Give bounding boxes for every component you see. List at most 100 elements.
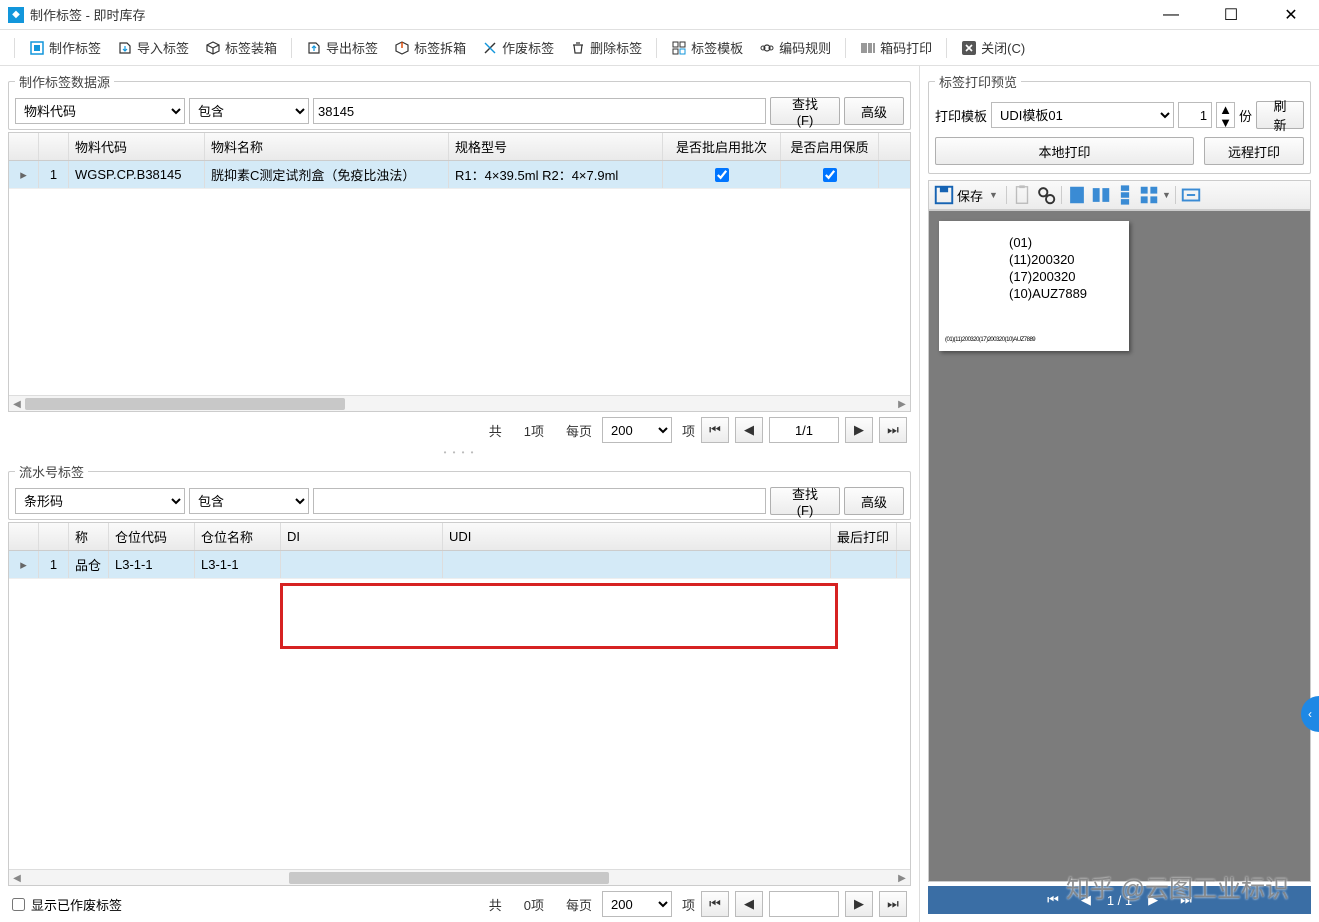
minimize-button[interactable]: — xyxy=(1151,1,1191,29)
save-icon[interactable] xyxy=(933,184,955,206)
col-material-code[interactable]: 物料代码 xyxy=(69,133,205,160)
serial-grid: 称 仓位代码 仓位名称 DI UDI 最后打印 ▸ 1 品仓 L3-1-1 L3… xyxy=(8,522,911,886)
export-label-button[interactable]: 导出标签 xyxy=(300,34,384,61)
show-void-checkbox[interactable] xyxy=(12,898,25,911)
template-label: 打印模板 xyxy=(935,106,987,125)
splitter[interactable]: • • • • xyxy=(0,448,919,456)
link-icon xyxy=(759,40,775,56)
local-print-button[interactable]: 本地打印 xyxy=(935,137,1194,165)
serial-field-select[interactable]: 条形码 xyxy=(15,488,185,514)
ds-value-input[interactable] xyxy=(313,98,766,124)
make-icon xyxy=(29,40,45,56)
barcode-text: (01)(11)200320(17)200320(10)AUZ7889 xyxy=(945,337,1035,345)
first-page-button[interactable]: ⏮ xyxy=(701,417,729,443)
datasource-fieldset: 制作标签数据源 物料代码 包含 查找(F) 高级 xyxy=(8,72,911,130)
h-scrollbar-2[interactable]: ◀ ▶ xyxy=(9,869,910,885)
serial-advanced-button[interactable]: 高级 xyxy=(844,487,904,515)
serial-op-select[interactable]: 包含 xyxy=(189,488,309,514)
app-icon: ◆ xyxy=(8,7,24,23)
next-page-button[interactable]: ▶ xyxy=(845,417,873,443)
unbox-icon xyxy=(394,40,410,56)
col-udi[interactable]: UDI xyxy=(443,523,831,550)
preview-canvas[interactable]: (01) (11)200320 (17)200320 (10)AUZ7889 (… xyxy=(928,210,1311,882)
nav-first[interactable]: ⏮ xyxy=(1041,890,1065,910)
h-scrollbar[interactable]: ◀ ▶ xyxy=(9,395,910,411)
view-facing-icon[interactable] xyxy=(1090,184,1112,206)
serial-find-button[interactable]: 查找(F) xyxy=(770,487,840,515)
preview-page: (01) (11)200320 (17)200320 (10)AUZ7889 (… xyxy=(939,221,1129,351)
first-page-button-2[interactable]: ⏮ xyxy=(701,891,729,917)
datasource-grid: 物料代码 物料名称 规格型号 是否批启用批次 是否启用保质 ▸ 1 WGSP.C… xyxy=(8,132,911,412)
template-select[interactable]: UDI模板01 xyxy=(991,102,1174,128)
template-button[interactable]: 标签模板 xyxy=(665,34,749,61)
void-icon xyxy=(482,40,498,56)
box-label-button[interactable]: 标签装箱 xyxy=(199,34,283,61)
close-button[interactable]: 关闭(C) xyxy=(955,34,1031,61)
import-label-button[interactable]: 导入标签 xyxy=(111,34,195,61)
refresh-button[interactable]: 刷新 xyxy=(1256,101,1304,129)
next-page-button-2[interactable]: ▶ xyxy=(845,891,873,917)
table-row[interactable]: ▸ 1 品仓 L3-1-1 L3-1-1 xyxy=(9,551,910,579)
preview-toolbar: 保存 ▼ ▼ xyxy=(928,180,1311,210)
barcode-icon xyxy=(860,40,876,56)
serial-legend: 流水号标签 xyxy=(15,462,88,481)
maximize-button[interactable]: ☐ xyxy=(1211,1,1251,29)
nav-page: 1 / 1 xyxy=(1107,893,1132,908)
col-di[interactable]: DI xyxy=(281,523,443,550)
col-batch[interactable]: 是否批启用批次 xyxy=(663,133,781,160)
pager-bottom: 共 0项 每页 200 项 ⏮ ◀ ▶ ⏭ xyxy=(477,886,919,922)
window-title: 制作标签 - 即时库存 xyxy=(30,5,1151,24)
preview-legend: 标签打印预览 xyxy=(935,72,1021,91)
nav-prev[interactable]: ◀ xyxy=(1075,890,1097,910)
col-loc-code[interactable]: 仓位代码 xyxy=(109,523,195,550)
page-input-2[interactable] xyxy=(769,891,839,917)
ds-advanced-button[interactable]: 高级 xyxy=(844,97,904,125)
ds-find-button[interactable]: 查找(F) xyxy=(770,97,840,125)
nav-next[interactable]: ▶ xyxy=(1142,890,1164,910)
delete-label-button[interactable]: 删除标签 xyxy=(564,34,648,61)
last-page-button-2[interactable]: ⏭ xyxy=(879,891,907,917)
cell-code: WGSP.CP.B38145 xyxy=(69,161,205,188)
page-input[interactable] xyxy=(769,417,839,443)
box-icon xyxy=(205,40,221,56)
view-grid-icon[interactable] xyxy=(1138,184,1160,206)
search-icon[interactable] xyxy=(1035,184,1057,206)
fit-icon[interactable] xyxy=(1180,184,1202,206)
prev-page-button-2[interactable]: ◀ xyxy=(735,891,763,917)
ds-op-select[interactable]: 包含 xyxy=(189,98,309,124)
save-dropdown[interactable]: ▼ xyxy=(989,190,998,200)
col-qa[interactable]: 是否启用保质 xyxy=(781,133,879,160)
void-label-button[interactable]: 作废标签 xyxy=(476,34,560,61)
make-label-button[interactable]: 制作标签 xyxy=(23,34,107,61)
col-loc-name[interactable]: 仓位名称 xyxy=(195,523,281,550)
view-dropdown[interactable]: ▼ xyxy=(1162,190,1171,200)
nav-last[interactable]: ⏭ xyxy=(1174,890,1198,910)
view-continuous-icon[interactable] xyxy=(1114,184,1136,206)
page-size-select-2[interactable]: 200 xyxy=(602,891,672,917)
serial-value-input[interactable] xyxy=(313,488,766,514)
close-window-button[interactable]: ✕ xyxy=(1271,1,1311,29)
ds-field-select[interactable]: 物料代码 xyxy=(15,98,185,124)
last-page-button[interactable]: ⏭ xyxy=(879,417,907,443)
batch-checkbox[interactable] xyxy=(715,168,729,182)
col-last-print[interactable]: 最后打印 xyxy=(831,523,897,550)
rule-button[interactable]: 编码规则 xyxy=(753,34,837,61)
clipboard-icon[interactable] xyxy=(1011,184,1033,206)
unbox-label-button[interactable]: 标签拆箱 xyxy=(388,34,472,61)
close-icon xyxy=(961,40,977,56)
save-label[interactable]: 保存 xyxy=(957,186,983,205)
table-row[interactable]: ▸ 1 WGSP.CP.B38145 胱抑素C测定试剂盒（免疫比浊法） R1：4… xyxy=(9,161,910,189)
copies-spinner[interactable]: ▲▼ xyxy=(1216,102,1235,128)
print-box-button[interactable]: 箱码打印 xyxy=(854,34,938,61)
prev-page-button[interactable]: ◀ xyxy=(735,417,763,443)
template-icon xyxy=(671,40,687,56)
copies-input[interactable] xyxy=(1178,102,1212,128)
export-icon xyxy=(306,40,322,56)
qa-checkbox[interactable] xyxy=(823,168,837,182)
cell-spec: R1：4×39.5ml R2：4×7.9ml xyxy=(449,161,663,188)
page-size-select[interactable]: 200 xyxy=(602,417,672,443)
remote-print-button[interactable]: 远程打印 xyxy=(1204,137,1304,165)
view-single-icon[interactable] xyxy=(1066,184,1088,206)
col-material-name[interactable]: 物料名称 xyxy=(205,133,449,160)
col-spec[interactable]: 规格型号 xyxy=(449,133,663,160)
